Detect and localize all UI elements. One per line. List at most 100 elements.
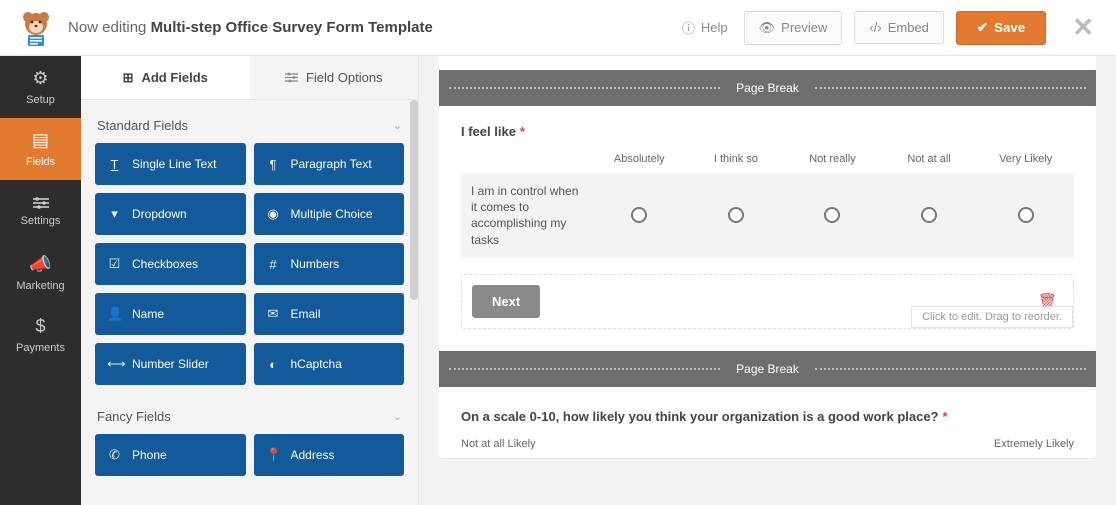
options-icon	[285, 72, 298, 83]
radio-option[interactable]	[921, 207, 937, 223]
dollar-icon: $	[35, 316, 45, 337]
form-card[interactable]: I feel like* Absolutely I think so Not r…	[439, 106, 1096, 351]
tile-label: Name	[132, 307, 164, 321]
hash-icon: #	[266, 257, 281, 272]
scale-right: Extremely Likely	[994, 438, 1074, 450]
tile-label: Multiple Choice	[291, 207, 373, 221]
tile-label: Paragraph Text	[291, 157, 372, 171]
required-marker: *	[943, 409, 948, 424]
help-label: Help	[701, 20, 728, 35]
nps-scale-labels: Not at all Likely Extremely Likely	[461, 438, 1074, 450]
fancy-fields-grid: ✆Phone 📍 Address	[95, 434, 404, 476]
gear-icon: ⚙	[32, 68, 48, 89]
likert-header: Absolutely I think so Not really Not at …	[461, 153, 1074, 173]
tab-add-fields[interactable]: ⊞ Add Fields	[81, 56, 250, 100]
nav-marketing[interactable]: 📣 Marketing	[0, 242, 81, 304]
chevron-down-icon: ⌄	[393, 410, 402, 423]
fancy-fields-heading[interactable]: Fancy Fields ⌄	[95, 403, 404, 434]
col-label: Not really	[784, 153, 881, 165]
tile-label: hCaptcha	[291, 357, 342, 371]
form-title: Multi-step Office Survey Form Template	[151, 19, 433, 36]
panel-scrollbar[interactable]	[410, 100, 418, 300]
radio-option[interactable]	[631, 207, 647, 223]
radio-option[interactable]	[728, 207, 744, 223]
field-multiple-choice[interactable]: ◉ Multiple Choice	[254, 193, 405, 235]
preview-button[interactable]: 👁 Preview	[744, 11, 843, 45]
col-label: Very Likely	[977, 153, 1074, 165]
nav-label: Fields	[26, 156, 55, 168]
standard-fields-heading[interactable]: Standard Fields ⌄	[95, 112, 404, 143]
code-icon: ‹/›	[869, 20, 881, 35]
user-icon: 👤	[107, 306, 122, 322]
editing-prefix: Now editing	[68, 19, 146, 36]
nav-setup[interactable]: ⚙ Setup	[0, 56, 81, 118]
nav-label: Marketing	[16, 280, 64, 292]
tile-label: Single Line Text	[132, 157, 217, 171]
col-label: Not at all	[881, 153, 978, 165]
form-card[interactable]: On a scale 0-10, how likely you think yo…	[439, 387, 1096, 458]
field-numbers[interactable]: # Numbers	[254, 243, 405, 285]
nav-label: Payments	[16, 342, 65, 354]
tab-field-options[interactable]: Field Options	[250, 56, 419, 100]
q-text: On a scale 0-10, how likely you think yo…	[461, 409, 939, 424]
nav-payments[interactable]: $ Payments	[0, 304, 81, 366]
col-label: Absolutely	[591, 153, 688, 165]
embed-button[interactable]: ‹/› Embed	[854, 11, 943, 44]
q-text: I feel like	[461, 124, 516, 139]
tile-label: Numbers	[291, 257, 340, 271]
slider-icon: ⟷	[107, 356, 122, 372]
field-name[interactable]: 👤 Name	[95, 293, 246, 335]
nav-settings[interactable]: Settings	[0, 180, 81, 242]
field-phone[interactable]: ✆Phone	[95, 434, 246, 476]
page-break-label: Page Break	[730, 81, 805, 95]
tile-label: Dropdown	[132, 207, 187, 221]
close-button[interactable]: ✕	[1066, 12, 1100, 43]
field-paragraph-text[interactable]: ¶ Paragraph Text	[254, 143, 405, 185]
help-icon: ⓘ	[682, 18, 695, 37]
bear-icon	[16, 8, 56, 48]
app-logo	[16, 8, 56, 48]
field-address[interactable]: 📍 Address	[254, 434, 405, 476]
page-break: Page Break	[439, 351, 1096, 387]
chevron-down-icon: ⌄	[393, 119, 402, 132]
field-dropdown[interactable]: ▾ Dropdown	[95, 193, 246, 235]
radio-option[interactable]	[1018, 207, 1034, 223]
help-link[interactable]: ⓘ Help	[678, 12, 732, 43]
col-label: I think so	[688, 153, 785, 165]
radio-option[interactable]	[824, 207, 840, 223]
nav-fields[interactable]: ▤ Fields	[0, 118, 81, 180]
tab-label: Add Fields	[141, 70, 207, 85]
field-hcaptcha[interactable]: ◐ hCaptcha	[254, 343, 405, 385]
pin-icon: 📍	[266, 447, 281, 463]
standard-fields-grid: T Single Line Text ¶ Paragraph Text ▾ Dropd…	[95, 143, 404, 385]
mail-icon: ✉	[266, 306, 281, 322]
fields-panel: ⊞ Add Fields Field Options Standard Fiel…	[81, 56, 419, 505]
captcha-icon: ◐	[266, 357, 281, 372]
form-card[interactable]	[439, 56, 1096, 70]
field-single-line-text[interactable]: T Single Line Text	[95, 143, 246, 185]
tile-label: Number Slider	[132, 357, 209, 371]
target-icon: ◉	[266, 206, 281, 222]
tile-label: Address	[291, 448, 335, 462]
nav-label: Setup	[26, 94, 55, 106]
field-checkboxes[interactable]: ☑Checkboxes	[95, 243, 246, 285]
save-button[interactable]: ✔ Save	[956, 11, 1046, 45]
likert-row: I am in control when it comes to accompl…	[461, 173, 1074, 258]
question-label: On a scale 0-10, how likely you think yo…	[461, 409, 1074, 424]
add-icon: ⊞	[123, 70, 134, 86]
page-title: Now editing Multi-step Office Survey For…	[68, 19, 666, 36]
top-bar: Now editing Multi-step Office Survey For…	[0, 0, 1116, 56]
tile-label: Email	[291, 307, 321, 321]
dropdown-icon: ▾	[107, 206, 122, 222]
next-button[interactable]: Next	[472, 285, 540, 318]
field-number-slider[interactable]: ⟷ Number Slider	[95, 343, 246, 385]
next-row[interactable]: Next 🗑 Click to edit. Drag to reorder.	[461, 274, 1074, 329]
side-nav: ⚙ Setup ▤ Fields Settings 📣 Marketing $ …	[0, 56, 81, 505]
scale-left: Not at all Likely	[461, 438, 536, 450]
field-email[interactable]: ✉ Email	[254, 293, 405, 335]
tab-label: Field Options	[306, 70, 383, 85]
text-icon: T	[107, 157, 122, 172]
nav-label: Settings	[21, 215, 61, 227]
page-break-label: Page Break	[730, 362, 805, 376]
paragraph-icon: ¶	[266, 157, 281, 172]
